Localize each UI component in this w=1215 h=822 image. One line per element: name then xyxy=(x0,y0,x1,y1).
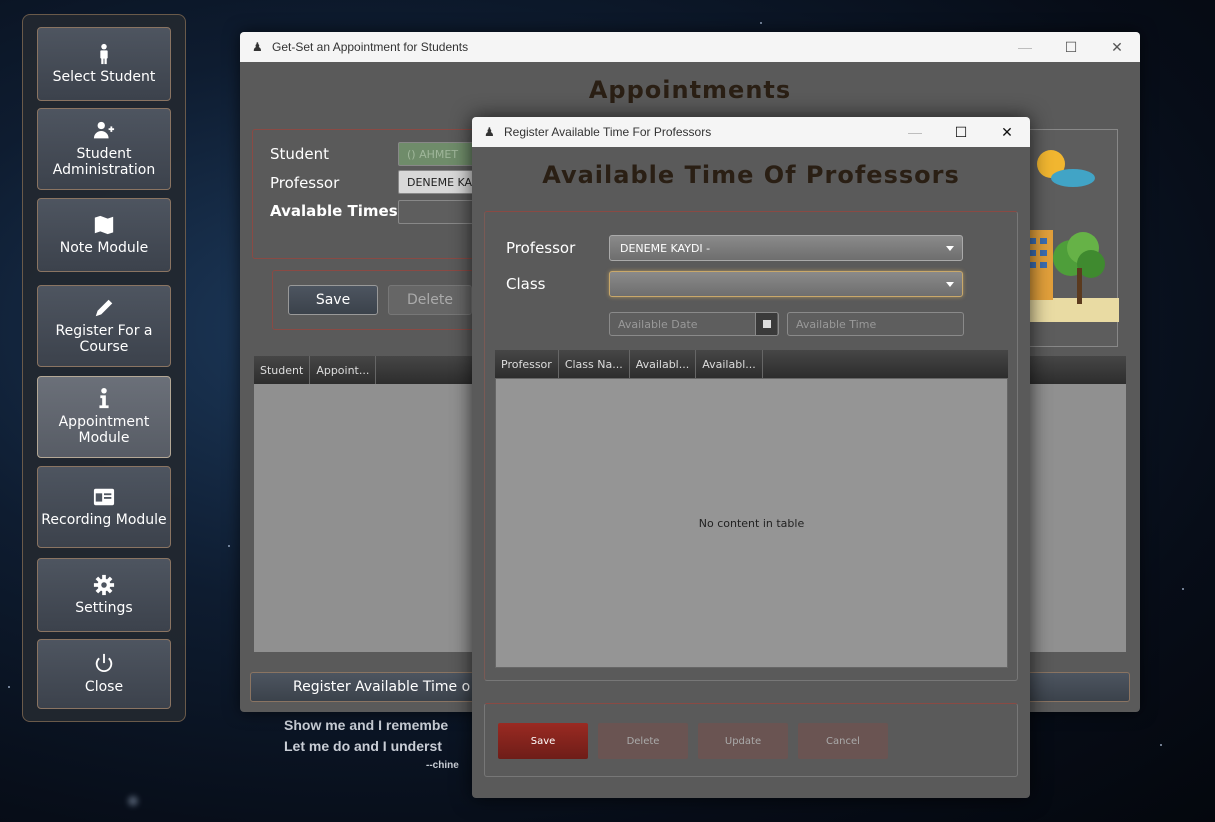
sidebar-item-label: Recording Module xyxy=(41,512,167,528)
table-header-cell[interactable]: Class Na... xyxy=(559,350,630,378)
professors-table-header: Professor Class Na... Availabl... Availa… xyxy=(495,350,1008,378)
update-button[interactable]: Update xyxy=(698,723,788,759)
note-module-button[interactable]: Note Module xyxy=(37,198,171,272)
person-icon xyxy=(100,43,108,65)
appointment-module-button[interactable]: Appointment Module xyxy=(37,376,171,458)
window-title: Get-Set an Appointment for Students xyxy=(272,40,469,54)
save-button[interactable]: Save xyxy=(288,285,378,315)
window-titlebar[interactable]: ♟ Get-Set an Appointment for Students — … xyxy=(240,32,1140,62)
id-card-icon xyxy=(93,488,115,506)
chevron-down-icon xyxy=(946,282,954,287)
pencil-icon xyxy=(95,299,113,317)
picture-frame xyxy=(1022,129,1119,347)
available-times-label: Avalable Times xyxy=(270,202,398,220)
sidebar-item-label: Register For a Course xyxy=(55,323,153,355)
professor-label: Professor xyxy=(506,239,576,257)
professors-table-body: No content in table xyxy=(495,378,1008,668)
dialog-title: Register Available Time For Professors xyxy=(504,125,712,139)
sidebar: Select Student Student Administration No… xyxy=(22,14,186,722)
maximize-icon[interactable]: ☐ xyxy=(1048,32,1094,62)
close-button[interactable]: Close xyxy=(37,639,171,709)
minimize-icon[interactable]: — xyxy=(1002,32,1048,62)
empty-table-text: No content in table xyxy=(698,516,805,530)
student-label: Student xyxy=(270,145,330,163)
close-icon[interactable]: ✕ xyxy=(1094,32,1140,62)
sidebar-item-label: Close xyxy=(84,679,124,695)
sidebar-item-label: Settings xyxy=(75,600,133,616)
chevron-down-icon xyxy=(946,246,954,251)
delete-button[interactable]: Delete xyxy=(388,285,472,315)
professor-select-value: DENEME KAYDI - xyxy=(620,242,711,255)
quote-line-1: Show me and I remembe xyxy=(284,717,449,733)
student-administration-button[interactable]: Student Administration xyxy=(37,108,171,190)
school-illustration xyxy=(1023,150,1119,322)
class-select[interactable] xyxy=(609,271,963,297)
sidebar-item-label: Select Student xyxy=(52,69,156,85)
minimize-icon[interactable]: — xyxy=(892,117,938,147)
close-icon[interactable]: ✕ xyxy=(984,117,1030,147)
sidebar-item-label: Note Module xyxy=(59,240,149,256)
app-icon: ♟ xyxy=(252,40,263,54)
map-icon xyxy=(94,215,114,235)
professor-label: Professor xyxy=(270,174,340,192)
dialog-titlebar[interactable]: ♟ Register Available Time For Professors… xyxy=(472,117,1030,147)
power-icon xyxy=(95,653,113,672)
register-for-course-button[interactable]: Register For a Course xyxy=(37,285,171,367)
quote-attribution: --chine xyxy=(426,760,459,771)
sidebar-item-label: Appointment Module xyxy=(58,414,150,446)
table-header-cell[interactable]: Availabl... xyxy=(630,350,697,378)
professor-select[interactable]: DENEME KA xyxy=(398,170,478,194)
table-header-cell[interactable]: Availabl... xyxy=(696,350,763,378)
maximize-icon[interactable]: ☐ xyxy=(938,117,984,147)
app-icon: ♟ xyxy=(484,125,495,139)
settings-button[interactable]: Settings xyxy=(37,558,171,632)
table-header-cell[interactable]: Student xyxy=(254,356,311,384)
calendar-icon[interactable] xyxy=(755,313,777,335)
select-student-button[interactable]: Select Student xyxy=(37,27,171,101)
cancel-button[interactable]: Cancel xyxy=(798,723,888,759)
recording-module-button[interactable]: Recording Module xyxy=(37,466,171,548)
class-label: Class xyxy=(506,275,546,293)
available-time-input[interactable]: Available Time xyxy=(787,312,964,336)
sidebar-item-label: Student Administration xyxy=(52,146,156,178)
quote-line-2: Let me do and I underst xyxy=(284,738,442,754)
table-header-cell[interactable]: Appoint... xyxy=(310,356,377,384)
register-time-dialog: ♟ Register Available Time For Professors… xyxy=(472,117,1030,798)
page-title: Appointments xyxy=(588,76,792,104)
available-date-input[interactable]: Available Date xyxy=(609,312,779,336)
dialog-heading: Available Time Of Professors xyxy=(542,161,960,189)
professor-select[interactable]: DENEME KAYDI - xyxy=(609,235,963,261)
delete-button[interactable]: Delete xyxy=(598,723,688,759)
save-button[interactable]: Save xyxy=(498,723,588,759)
available-times-select[interactable] xyxy=(398,200,478,224)
gear-icon xyxy=(93,574,115,596)
add-user-icon xyxy=(93,121,115,139)
table-header-cell[interactable]: Professor xyxy=(495,350,559,378)
student-field[interactable]: () AHMET xyxy=(398,142,478,166)
info-icon xyxy=(99,388,109,409)
